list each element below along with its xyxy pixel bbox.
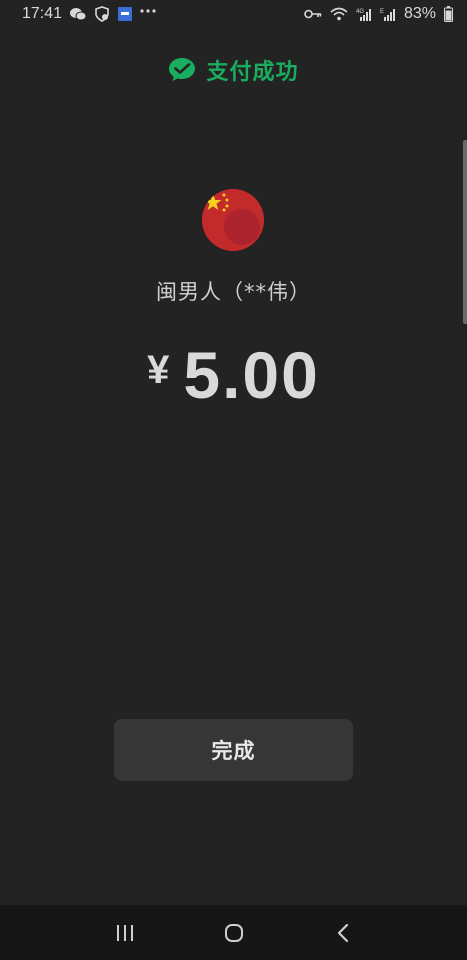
signal-e-icon: E: [380, 7, 396, 21]
done-button[interactable]: 完成: [114, 719, 353, 781]
merchant-name: 闽男人（**伟）: [156, 280, 311, 304]
battery-percent: 83%: [403, 5, 436, 22]
status-bar: 17:41 4G E 83%: [0, 0, 467, 28]
success-check-icon: [168, 57, 196, 83]
currency-symbol: ¥: [147, 348, 170, 392]
wechat-icon: [70, 7, 87, 21]
shield-heart-icon: [94, 6, 110, 22]
edge-panel-handle[interactable]: [463, 140, 467, 324]
key-icon: [304, 9, 322, 19]
recent-apps-icon[interactable]: [105, 913, 145, 953]
page-title: 支付成功: [206, 60, 299, 85]
signal-4g-icon: 4G: [356, 7, 372, 21]
back-icon[interactable]: [323, 913, 363, 953]
payment-success-header: 支付成功: [0, 54, 467, 86]
merchant-avatar: [202, 189, 264, 251]
wifi-icon: [330, 7, 348, 21]
network-label-4g: 4G: [356, 9, 364, 15]
status-time: 17:41: [22, 5, 63, 22]
payment-success-screen: 17:41 4G E 83% 支付成功 闽男人（**伟） ¥ 5.00 完成: [0, 0, 467, 960]
more-dots-icon: [140, 9, 156, 13]
amount-value: 5.00: [183, 338, 320, 412]
system-nav-bar: [0, 905, 467, 960]
home-icon[interactable]: [214, 913, 254, 953]
network-label-e: E: [380, 9, 384, 15]
battery-icon: [444, 6, 453, 22]
payment-amount: ¥ 5.00: [0, 338, 467, 408]
app-notification-icon: [118, 7, 133, 21]
